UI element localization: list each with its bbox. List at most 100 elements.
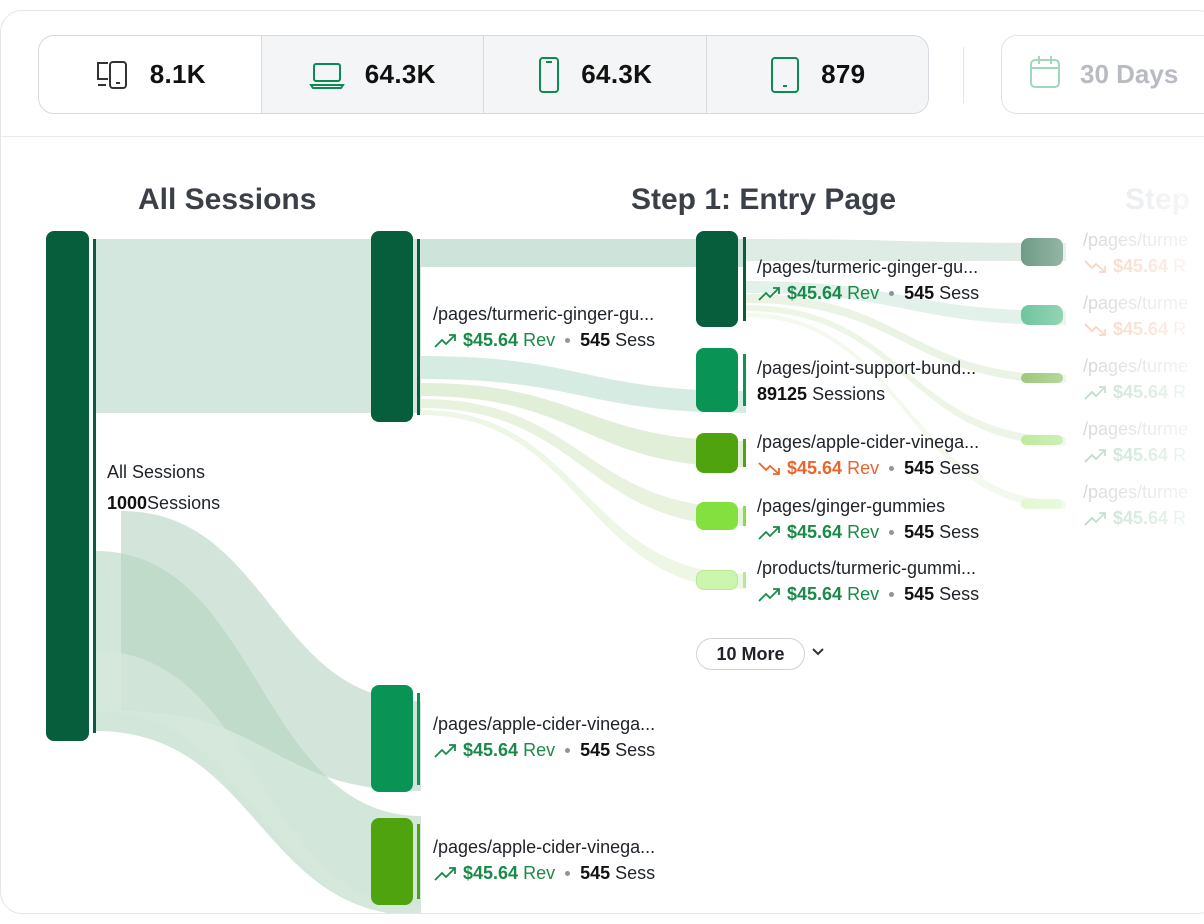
node-col1-0[interactable] [371,231,413,422]
stage-title-step2: Step [1125,183,1191,216]
node-col3-4[interactable] [1021,499,1063,509]
node-label-col2-1: /pages/joint-support-bund... 89125 Sessi… [757,355,976,407]
separator-dot [889,290,895,296]
session-suffix: Sess [934,283,980,303]
session-suffix: Sess [610,740,656,760]
node-label-col3-2: /pages/turme $45.64 R [1083,353,1188,405]
revenue-suffix: Rev [518,740,556,760]
node-label-col3-0: /pages/turme $45.64 R [1083,227,1188,279]
revenue-value: $45.64 [787,584,843,604]
separator-dot [565,747,571,753]
session-suffix: Sess [934,458,980,478]
stage-title-all-sessions: All Sessions [138,183,317,216]
page-path: /pages/apple-cider-vinega... [433,837,656,857]
page-path: /pages/turme [1083,230,1189,250]
session-value: 89125 [757,384,808,404]
session-value: 545 [904,458,935,478]
trend-up-icon [757,584,781,604]
trend-down-icon [757,458,781,478]
session-value: 545 [580,330,611,350]
trend-up-icon [1083,382,1107,402]
page-path: /pages/joint-support-bund... [757,358,977,378]
separator-dot [889,529,895,535]
separator-dot [565,337,571,343]
node-label-col1-2: /pages/apple-cider-vinega... $45.64 Rev 5… [433,834,655,886]
session-value: 545 [580,863,611,883]
trend-down-icon [1083,319,1107,339]
page-path: /pages/ginger-gummies [757,496,946,516]
revenue-value: $45.64 [787,283,843,303]
node-col3-2[interactable] [1021,373,1063,383]
node-label-col3-3: /pages/turme $45.64 R [1083,416,1188,468]
node-col2-2[interactable] [696,433,738,473]
node-tick [743,572,746,588]
revenue-value: $45.64 [787,522,843,542]
revenue-value: $45.64 [1113,508,1169,528]
session-suffix: Sess [934,584,980,604]
node-label-col2-3: /pages/ginger-gummies $45.64 Rev 545 Sess [757,493,979,545]
page-path: /products/turmeric-gummi... [757,558,977,578]
node-tick [93,239,96,733]
revenue-suffix: Rev [842,522,880,542]
revenue-value: $45.64 [463,740,519,760]
page-path: /pages/turme [1083,293,1189,313]
revenue-suffix: R [1168,382,1187,402]
trend-up-icon [757,522,781,542]
node-col3-1[interactable] [1021,305,1063,325]
trend-up-icon [1083,508,1107,528]
revenue-suffix: R [1168,508,1187,528]
show-more-button[interactable]: 10 More [696,638,805,670]
node-col2-3[interactable] [696,502,738,530]
session-suffix: Sessions [807,384,886,404]
session-suffix: Sess [934,522,980,542]
node-label-col3-1: /pages/turme $45.64 R [1083,290,1188,342]
page-path: /pages/turme [1083,482,1189,502]
revenue-value: $45.64 [1113,445,1169,465]
session-count-suffix: Sessions [147,493,221,513]
revenue-value: $45.64 [1113,256,1169,276]
page-path: /pages/turmeric-ginger-gu... [433,304,655,324]
trend-up-icon [433,863,457,883]
node-col1-1[interactable] [371,685,413,792]
node-col2-1[interactable] [696,348,738,412]
node-label-col2-0: /pages/turmeric-ginger-gu... $45.64 Rev 5… [757,254,979,306]
session-suffix: Sess [610,863,656,883]
separator-dot [565,870,571,876]
node-all-sessions[interactable] [46,231,89,741]
node-col3-3[interactable] [1021,435,1063,445]
node-tick [743,237,746,321]
session-value: 545 [904,584,935,604]
node-tick [743,506,746,526]
node-col2-0[interactable] [696,231,738,327]
revenue-suffix: R [1168,445,1187,465]
trend-up-icon [1083,445,1107,465]
node-label-col2-4: /products/turmeric-gummi... $45.64 Rev 54… [757,555,979,607]
node-tick [743,354,746,406]
revenue-suffix: Rev [842,458,880,478]
page-path: /pages/apple-cider-vinega... [433,714,656,734]
revenue-suffix: Rev [518,330,556,350]
revenue-suffix: Rev [518,863,556,883]
page-path: /pages/turmeric-ginger-gu... [757,257,979,277]
revenue-value: $45.64 [1113,382,1169,402]
chevron-down-icon[interactable] [810,645,826,663]
page-path: /pages/turme [1083,356,1189,376]
node-col1-2[interactable] [371,818,413,905]
separator-dot [889,465,895,471]
page-path: /pages/apple-cider-vinega... [757,432,980,452]
session-count: 1000 [107,493,148,513]
node-col3-0[interactable] [1021,238,1063,266]
page-path: /pages/turme [1083,419,1189,439]
node-tick [417,824,420,899]
session-suffix: Sess [610,330,656,350]
revenue-value: $45.64 [463,330,519,350]
node-label-col3-4: /pages/turme $45.64 R [1083,479,1188,531]
node-label-col1-0: /pages/turmeric-ginger-gu... $45.64 Rev 5… [433,301,655,353]
node-col2-4[interactable] [696,570,738,590]
node-label-col1-1: /pages/apple-cider-vinega... $45.64 Rev 5… [433,711,655,763]
session-value: 545 [904,522,935,542]
node-label-col2-2: /pages/apple-cider-vinega... $45.64 Rev 5… [757,429,979,481]
stage-title-step1: Step 1: Entry Page [631,183,897,216]
revenue-suffix: Rev [842,283,880,303]
sankey-panel: 8.1K 64.3K 64.3K 879 30 Days All Session… [0,10,1204,914]
